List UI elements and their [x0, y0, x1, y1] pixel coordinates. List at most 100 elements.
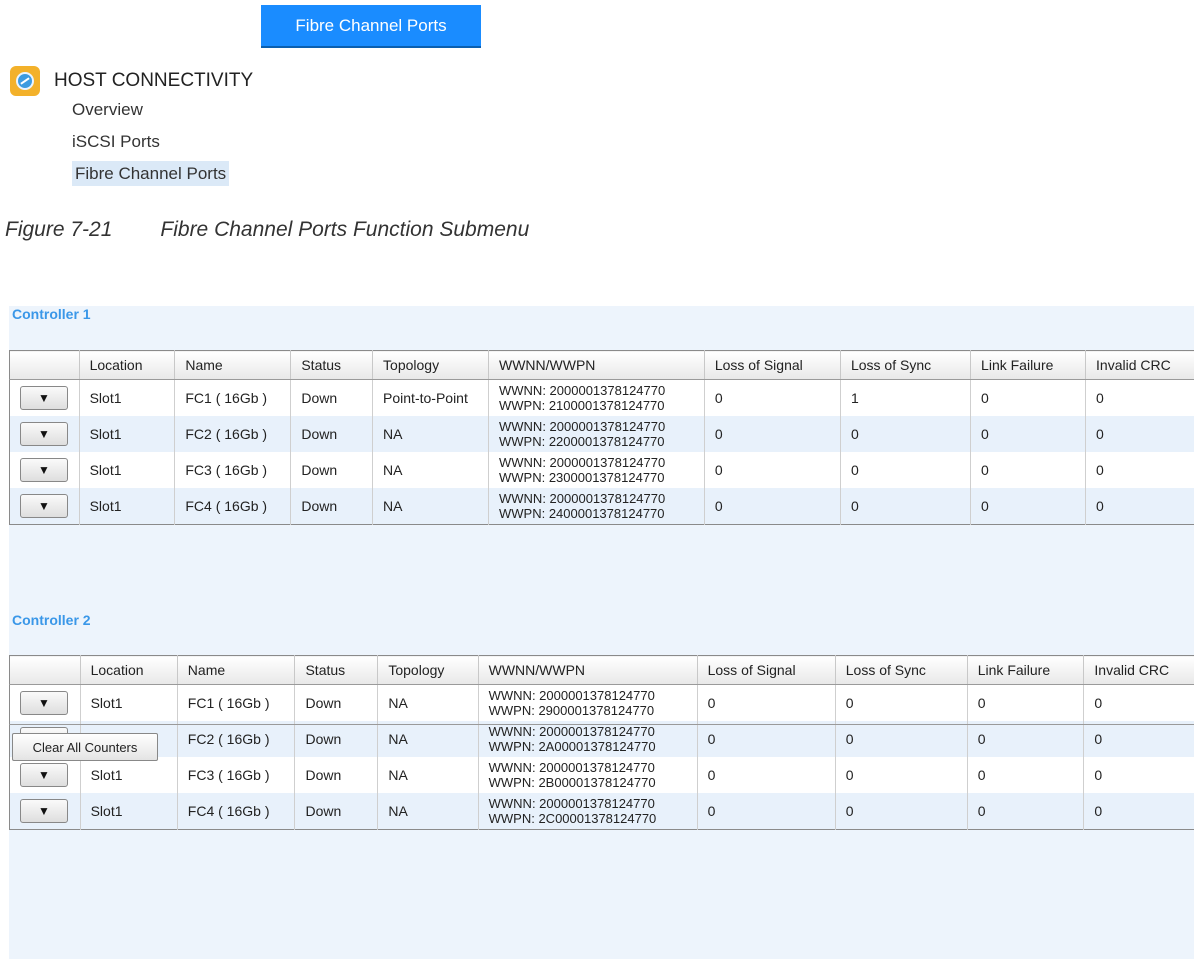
controller-2-title: Controller 2	[12, 612, 91, 628]
wwpn-value: WWPN: 2C00001378124770	[488, 811, 657, 826]
wwpn-value: WWPN: 2100001378124770	[499, 398, 665, 413]
cell-name: FC1 ( 16Gb )	[177, 684, 296, 721]
controller-1-title: Controller 1	[12, 306, 91, 322]
cell-invalid-crc: 0	[1083, 757, 1194, 793]
column-header-loss-of-sync: Loss of Sync	[835, 655, 968, 685]
cell-status: Down	[294, 757, 379, 793]
cell-link-failure: 0	[970, 416, 1087, 452]
row-dropdown-button[interactable]: ▼	[20, 494, 68, 518]
cell-location: Slot1	[80, 793, 178, 830]
wwpn-value: WWPN: 2200001378124770	[499, 434, 665, 449]
wwnn-value: WWNN: 2000001378124770	[488, 688, 655, 703]
cell-status: Down	[290, 379, 374, 416]
cell-topology: NA	[377, 793, 479, 830]
row-dropdown-button[interactable]: ▼	[20, 763, 68, 787]
cell-status: Down	[294, 684, 379, 721]
cell-link-failure: 0	[967, 757, 1085, 793]
cell-loss-of-sync: 0	[835, 757, 968, 793]
cell-wwnn-wwpn: WWNN: 2000001378124770 WWPN: 2B0000137812…	[478, 757, 698, 793]
row-dropdown-button[interactable]: ▼	[20, 386, 68, 410]
cell-wwnn-wwpn: WWNN: 2000001378124770 WWPN: 230000137812…	[488, 452, 705, 488]
wwnn-value: WWNN: 2000001378124770	[499, 383, 666, 398]
cell-loss-of-sync: 0	[840, 416, 972, 452]
fibre-channel-ports-button[interactable]: Fibre Channel Ports	[261, 5, 481, 48]
column-header-location: Location	[79, 350, 176, 380]
wwnn-value: WWNN: 2000001378124770	[499, 491, 666, 506]
row-dropdown-button[interactable]: ▼	[20, 458, 68, 482]
column-header-link-failure: Link Failure	[967, 655, 1085, 685]
wwnn-value: WWNN: 2000001378124770	[499, 419, 666, 434]
cell-topology: NA	[372, 488, 489, 525]
cell-invalid-crc: 0	[1083, 793, 1194, 830]
cell-location: Slot1	[79, 488, 176, 525]
menu-item-fibre-channel-ports[interactable]: Fibre Channel Ports	[72, 158, 253, 190]
cell-wwnn-wwpn: WWNN: 2000001378124770 WWPN: 290000137812…	[478, 684, 698, 721]
cell-loss-of-signal: 0	[697, 793, 836, 830]
cell-loss-of-sync: 1	[840, 379, 972, 416]
cell-loss-of-signal: 0	[697, 721, 836, 757]
wwpn-value: WWPN: 2300001378124770	[499, 470, 665, 485]
column-header-loss-of-signal: Loss of Signal	[697, 655, 836, 685]
wwpn-value: WWPN: 2B00001378124770	[488, 775, 656, 790]
row-action-cell: ▼	[9, 488, 80, 525]
menu-title: HOST CONNECTIVITY	[54, 70, 254, 91]
cell-invalid-crc: 0	[1085, 416, 1194, 452]
cell-link-failure: 0	[970, 488, 1087, 525]
clear-all-counters-button[interactable]: Clear All Counters	[12, 733, 158, 761]
cell-loss-of-sync: 0	[835, 793, 968, 830]
figure-caption: Figure 7-21 Fibre Channel Ports Function …	[5, 218, 529, 242]
column-header-name: Name	[177, 655, 296, 685]
row-action-cell: ▼	[9, 379, 80, 416]
menu-item-label: Overview	[72, 100, 143, 119]
row-action-cell: ▼	[9, 416, 80, 452]
row-dropdown-button[interactable]: ▼	[20, 799, 68, 823]
menu-item-overview[interactable]: Overview	[72, 94, 253, 126]
cell-wwnn-wwpn: WWNN: 2000001378124770 WWPN: 220000137812…	[488, 416, 705, 452]
wwpn-value: WWPN: 2A00001378124770	[488, 739, 656, 754]
cell-wwnn-wwpn: WWNN: 2000001378124770 WWPN: 210000137812…	[488, 379, 705, 416]
cell-loss-of-signal: 0	[704, 379, 841, 416]
wwpn-value: WWPN: 2400001378124770	[499, 506, 665, 521]
row-action-cell: ▼	[9, 793, 81, 830]
cell-invalid-crc: 0	[1085, 488, 1194, 525]
cell-status: Down	[294, 793, 379, 830]
cell-invalid-crc: 0	[1083, 684, 1194, 721]
cell-status: Down	[290, 416, 374, 452]
table-row: ▼ Slot1 FC3 ( 16Gb ) Down NA WWNN: 2000001378…	[9, 452, 1194, 488]
controller-1-table: Location Name Status Topology WWNN/WWPN Loss …	[9, 350, 1194, 525]
column-header-action	[9, 350, 80, 380]
cell-loss-of-sync: 0	[835, 684, 968, 721]
wwnn-value: WWNN: 2000001378124770	[488, 724, 655, 739]
host-connectivity-icon	[10, 66, 40, 96]
menu-item-label: Fibre Channel Ports	[72, 161, 230, 186]
column-header-topology: Topology	[372, 350, 489, 380]
menu-header[interactable]: HOST CONNECTIVITY	[10, 66, 254, 96]
column-header-status: Status	[294, 655, 379, 685]
cell-loss-of-signal: 0	[697, 684, 836, 721]
controller-2-table: Location Name Status Topology WWNN/WWPN Loss …	[9, 655, 1194, 830]
cell-topology: NA	[377, 757, 479, 793]
cell-loss-of-sync: 0	[840, 452, 972, 488]
menu-item-iscsi-ports[interactable]: iSCSI Ports	[72, 126, 253, 158]
column-header-invalid-crc: Invalid CRC	[1083, 655, 1194, 685]
table-row: ▼ Slot1 FC3 ( 16Gb ) Down NA WWNN: 2000001378…	[9, 757, 1194, 793]
cell-topology: NA	[372, 452, 489, 488]
cell-invalid-crc: 0	[1083, 721, 1194, 757]
wwnn-value: WWNN: 2000001378124770	[488, 796, 655, 811]
wwpn-value: WWPN: 2900001378124770	[488, 703, 655, 718]
cell-name: FC2 ( 16Gb )	[177, 721, 296, 757]
cell-name: FC4 ( 16Gb )	[177, 793, 296, 830]
table-row: ▼ Slot1 FC4 ( 16Gb ) Down NA WWNN: 2000001378…	[9, 488, 1194, 525]
cell-status: Down	[290, 488, 374, 525]
cell-location: Slot1	[79, 416, 176, 452]
cell-topology: Point-to-Point	[372, 379, 489, 416]
menu-item-label: iSCSI Ports	[72, 132, 160, 151]
row-dropdown-button[interactable]: ▼	[20, 422, 68, 446]
cell-topology: NA	[377, 684, 479, 721]
row-action-cell: ▼	[9, 757, 81, 793]
cell-loss-of-signal: 0	[704, 416, 841, 452]
cell-wwnn-wwpn: WWNN: 2000001378124770 WWPN: 2C0000137812…	[478, 793, 698, 830]
cell-loss-of-sync: 0	[835, 721, 968, 757]
cell-wwnn-wwpn: WWNN: 2000001378124770 WWPN: 240000137812…	[488, 488, 705, 525]
row-dropdown-button[interactable]: ▼	[20, 691, 68, 715]
